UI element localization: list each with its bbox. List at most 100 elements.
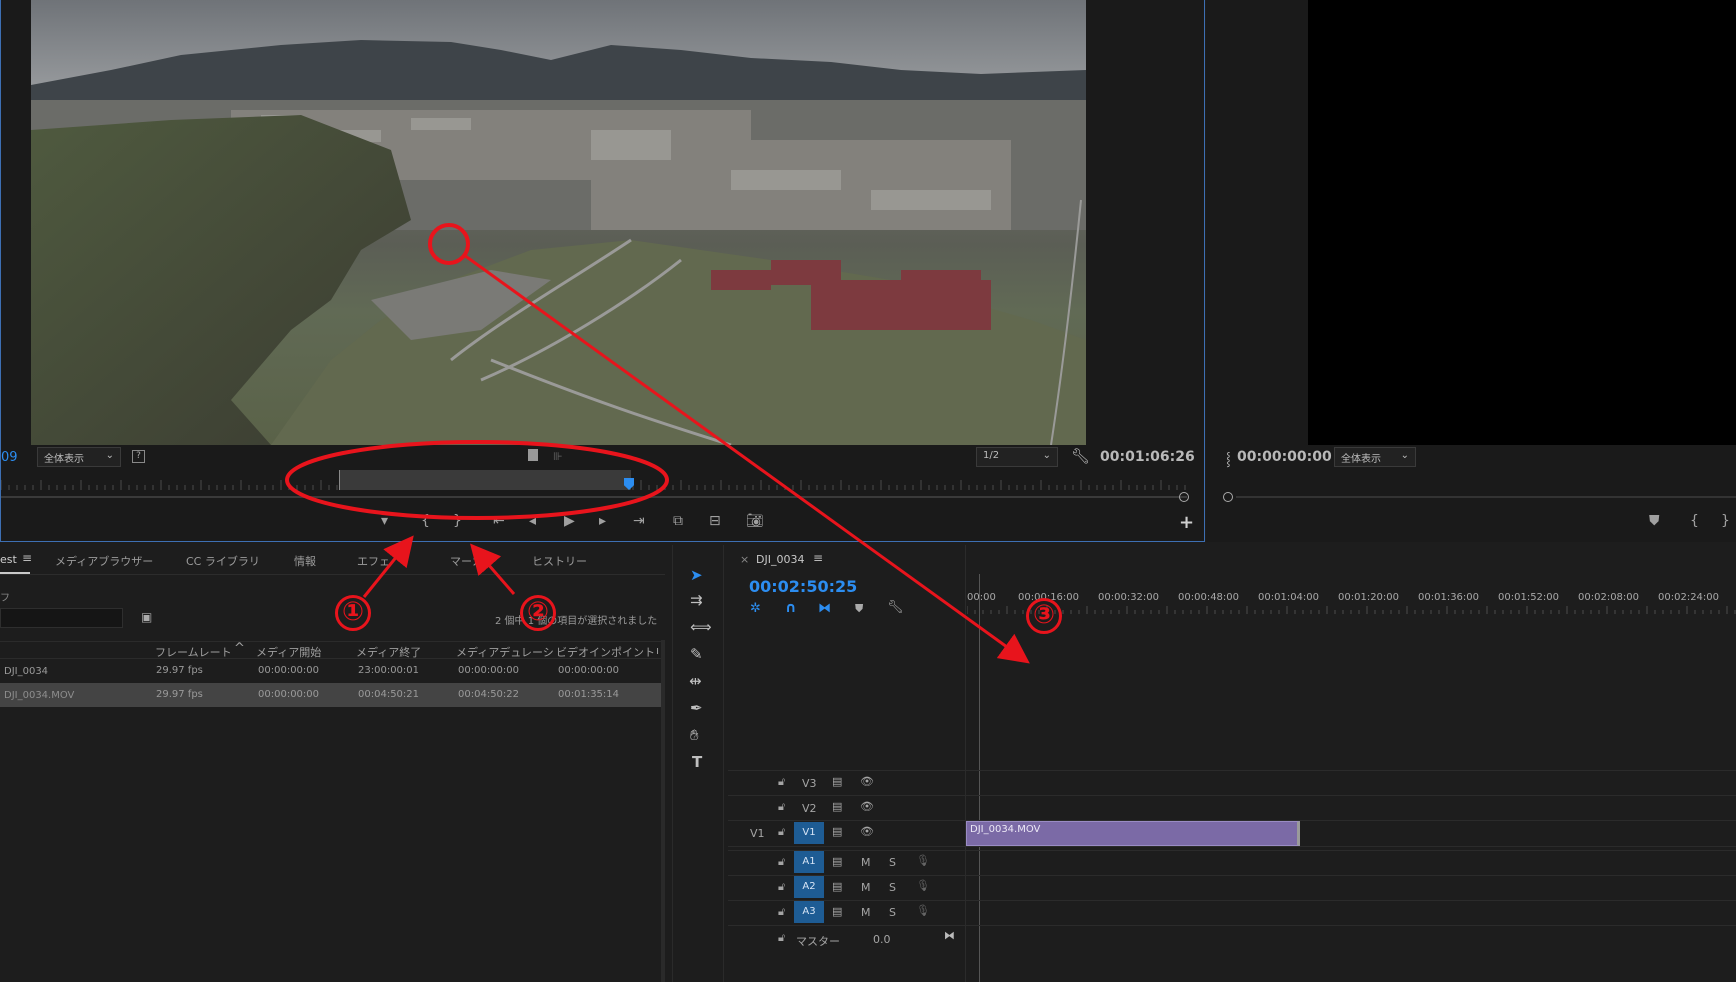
timeline-clip[interactable]: DJI_0034.MOV — [966, 821, 1300, 846]
track-select-tool-icon[interactable]: ⇉ — [690, 591, 703, 609]
search-input[interactable] — [0, 608, 123, 628]
sync-lock-icon[interactable]: ▤ — [832, 825, 842, 838]
timeline-playhead-line[interactable] — [979, 574, 980, 982]
lock-icon[interactable]: 🔓︎ — [778, 800, 785, 814]
wrench-icon[interactable]: 🔧︎ — [1071, 447, 1090, 465]
snap-icon[interactable]: ∩ — [785, 600, 796, 616]
mute-button[interactable]: M — [861, 856, 871, 869]
microphone-icon[interactable]: 🎙︎ — [916, 854, 930, 867]
linked-selection-icon[interactable]: ⧓ — [818, 601, 831, 616]
tab-markers[interactable]: マーカ — [450, 553, 483, 569]
microphone-icon[interactable]: 🎙︎ — [916, 879, 930, 892]
new-bin-from-search-icon[interactable]: ▣ — [141, 610, 152, 624]
track-label-v2[interactable]: V2 — [802, 802, 817, 815]
tab-effects[interactable]: エフェ — [357, 553, 390, 569]
drag-audio-icon[interactable]: ⊪ — [553, 450, 563, 463]
lock-icon[interactable]: 🔓︎ — [778, 931, 785, 945]
column-media-end[interactable]: メディア終了 — [356, 644, 421, 660]
scrollbar[interactable] — [661, 640, 665, 982]
mark-out-icon[interactable]: } — [453, 513, 462, 529]
nest-icon[interactable]: ✲ — [750, 601, 761, 616]
lock-icon[interactable]: 🔓︎ — [778, 855, 785, 869]
program-timeline-track[interactable] — [1236, 496, 1736, 498]
step-forward-icon[interactable]: ▸ — [599, 513, 606, 529]
play-icon[interactable]: ▶ — [564, 513, 575, 529]
panel-menu-icon[interactable]: ≡ — [813, 551, 823, 565]
eye-icon[interactable]: 👁︎ — [860, 800, 874, 813]
mark-out-icon[interactable]: } — [1721, 513, 1730, 529]
go-to-in-icon[interactable]: ⇤ — [493, 513, 505, 529]
camera-icon[interactable]: 📷︎ — [746, 513, 764, 529]
column-media-start[interactable]: メディア開始 — [256, 644, 321, 660]
slip-tool-icon[interactable]: ⇹ — [689, 672, 702, 690]
overwrite-icon[interactable]: ⊟ — [709, 513, 721, 529]
insert-icon[interactable]: ⧉ — [673, 513, 683, 529]
table-row-selected[interactable]: DJI_0034.MOV 29.97 fps 00:00:00:00 00:04… — [0, 683, 661, 707]
column-media-duration[interactable]: メディアデュレーシ — [456, 644, 554, 660]
sort-ascending-icon[interactable]: ^ — [234, 641, 245, 656]
tab-project[interactable]: est — [0, 553, 17, 566]
wrench-icon[interactable]: 🔧︎ — [887, 600, 904, 615]
eye-icon[interactable]: 👁︎ — [860, 775, 874, 788]
sync-lock-icon[interactable]: ▤ — [832, 800, 842, 813]
mark-in-icon[interactable]: { — [421, 513, 430, 529]
razor-tool-icon[interactable]: ✎ — [690, 645, 703, 663]
close-icon[interactable]: × — [740, 553, 749, 566]
tab-history[interactable]: ヒストリー — [532, 553, 587, 569]
track-target-v1[interactable]: V1 — [794, 822, 824, 844]
table-row[interactable]: DJI_0034 29.97 fps 00:00:00:00 23:00:00:… — [0, 659, 665, 683]
sync-lock-icon[interactable]: ▤ — [832, 775, 842, 788]
selection-tool-icon[interactable]: ➤ — [690, 566, 703, 584]
drag-video-icon[interactable] — [528, 449, 538, 461]
tab-info[interactable]: 情報 — [294, 553, 316, 569]
add-marker-icon[interactable]: ⛊ — [1649, 513, 1660, 529]
tab-media-browser[interactable]: メディアブラウザー — [55, 553, 153, 569]
step-back-icon[interactable]: ◂ — [529, 513, 536, 529]
row-in-point[interactable]: 00:00:00:00 — [558, 665, 619, 676]
mute-button[interactable]: M — [861, 881, 871, 894]
add-marker-icon[interactable]: ▾ — [381, 513, 388, 529]
source-patch-v1[interactable]: V1 — [750, 827, 765, 840]
button-editor-plus-icon[interactable]: + — [1179, 512, 1194, 533]
timeline-timecode[interactable]: 00:02:50:25 — [749, 577, 857, 596]
go-to-out-icon[interactable]: ⇥ — [633, 513, 645, 529]
lock-icon[interactable]: 🔓︎ — [778, 880, 785, 894]
lock-icon[interactable]: 🔓︎ — [778, 905, 785, 919]
settings-icon[interactable]: ? — [132, 450, 145, 463]
zoom-handle-icon[interactable] — [1179, 492, 1189, 502]
eye-icon[interactable]: 👁︎ — [860, 825, 874, 838]
hand-tool-icon[interactable]: ✋︎ — [690, 726, 699, 744]
sync-lock-icon[interactable]: ▤ — [832, 905, 842, 918]
go-to-end-icon[interactable]: ⧓ — [944, 929, 955, 942]
program-zoom-handle-icon[interactable] — [1223, 492, 1233, 502]
microphone-icon[interactable]: 🎙︎ — [916, 904, 930, 917]
lock-icon[interactable]: 🔓︎ — [778, 775, 785, 789]
add-marker-icon[interactable]: ⛊ — [855, 602, 863, 616]
type-tool-icon[interactable]: T — [692, 753, 702, 771]
column-more-partial[interactable]: ı — [656, 644, 659, 657]
panel-menu-icon[interactable]: ≡ — [22, 551, 32, 565]
program-zoom-select[interactable]: 全体表示 ⌄ — [1334, 447, 1416, 467]
column-video-in[interactable]: ビデオインポイント — [556, 644, 655, 660]
mute-button[interactable]: M — [861, 906, 871, 919]
pen-tool-icon[interactable]: ✒ — [690, 699, 703, 717]
ripple-edit-tool-icon[interactable]: ⟺ — [690, 618, 712, 636]
solo-button[interactable]: S — [889, 906, 896, 919]
track-target-a3[interactable]: A3 — [794, 901, 824, 923]
sequence-tab[interactable]: DJI_0034 — [756, 553, 804, 566]
row-in-point[interactable]: 00:01:35:14 — [558, 689, 619, 700]
track-label-v3[interactable]: V3 — [802, 777, 817, 790]
lock-icon[interactable]: 🔓︎ — [778, 825, 785, 839]
solo-button[interactable]: S — [889, 856, 896, 869]
track-target-a1[interactable]: A1 — [794, 851, 824, 873]
resolution-select[interactable]: 1/2 ⌄ — [976, 447, 1058, 467]
track-target-a2[interactable]: A2 — [794, 876, 824, 898]
column-frame-rate[interactable]: フレームレート — [155, 644, 232, 660]
master-volume[interactable]: 0.0 — [873, 933, 891, 946]
tab-cc-library[interactable]: CC ライブラリ — [186, 553, 260, 569]
sync-lock-icon[interactable]: ▤ — [832, 855, 842, 868]
timeline-ruler[interactable]: 00:00 00:00:16:00 00:00:32:00 00:00:48:0… — [967, 578, 1736, 616]
mark-in-icon[interactable]: { — [1690, 513, 1699, 529]
source-zoom-select[interactable]: 全体表示 ⌄ — [37, 447, 121, 467]
solo-button[interactable]: S — [889, 881, 896, 894]
